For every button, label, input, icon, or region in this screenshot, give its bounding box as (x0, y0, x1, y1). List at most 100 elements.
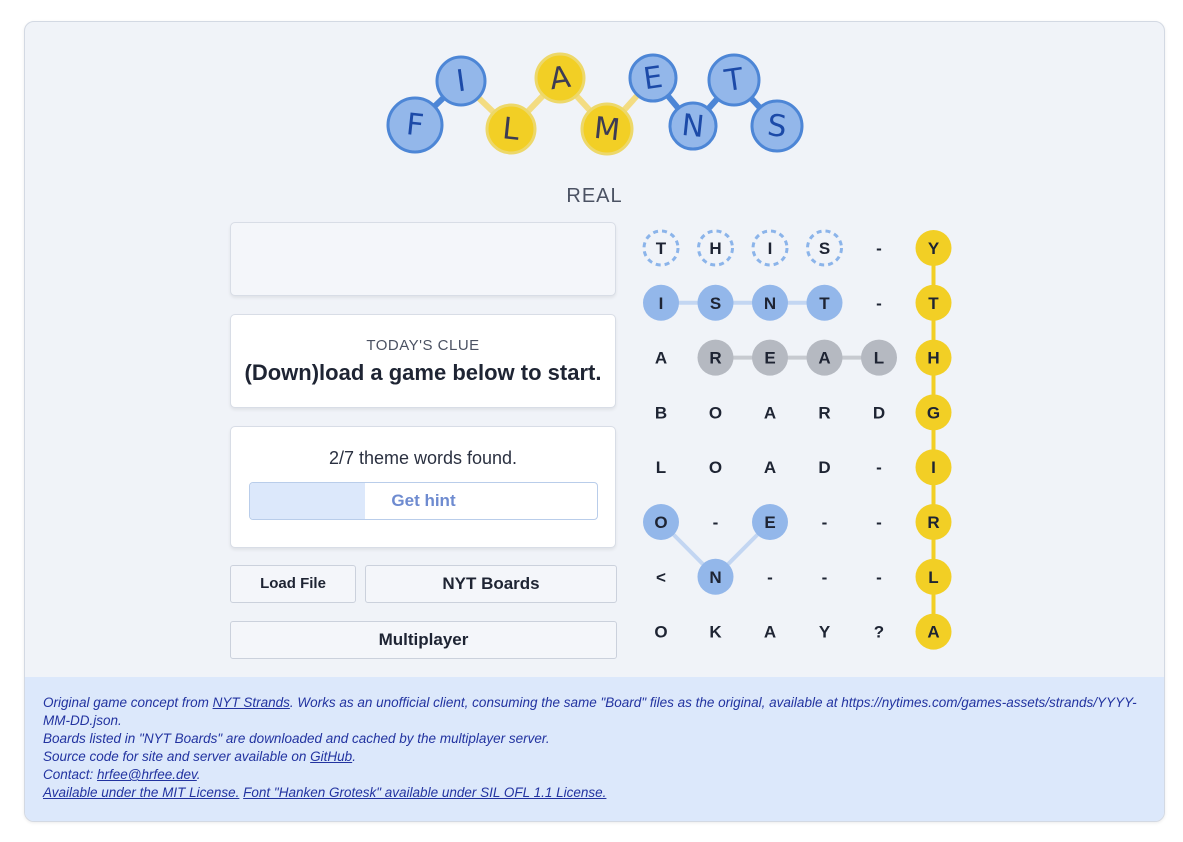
board-cell[interactable]: - (876, 458, 882, 477)
board-letter: G (927, 403, 940, 422)
board-cell[interactable]: - (876, 294, 882, 313)
board-letter: S (710, 294, 721, 313)
board-letter: S (819, 239, 830, 258)
board-letter: A (764, 458, 776, 477)
footer-line-source: Source code for site and server availabl… (43, 749, 356, 764)
board-letter: - (822, 513, 828, 532)
board-letter: K (709, 623, 722, 642)
board-cell[interactable]: K (709, 623, 722, 642)
nyt-strands-link[interactable]: NYT Strands (213, 695, 290, 710)
board-cell[interactable]: I (643, 284, 679, 321)
current-word-display (230, 222, 616, 296)
board-cell[interactable]: I (751, 229, 789, 267)
board-cell[interactable]: Y (915, 230, 952, 266)
board-cell[interactable]: L (656, 458, 666, 477)
logo-letter: F (386, 96, 444, 154)
board-cell[interactable]: - (876, 513, 882, 532)
filaments-logo: FILAMENTS (386, 52, 804, 156)
board-letter: L (928, 568, 938, 587)
board-cell[interactable]: S (806, 229, 843, 267)
board-cell[interactable]: A (764, 458, 776, 477)
board-cell[interactable]: D (818, 458, 830, 477)
board-cell[interactable]: A (806, 339, 843, 376)
board-cell[interactable]: Y (819, 623, 831, 642)
board-letter: H (927, 349, 939, 368)
logo-letter: M (580, 102, 634, 156)
logo-letter: A (534, 52, 586, 104)
board-cell[interactable]: O (654, 623, 667, 642)
github-link[interactable]: GitHub (310, 749, 352, 764)
board-letter: A (818, 349, 830, 368)
board-letter: E (764, 513, 775, 532)
board-letter: < (656, 568, 666, 587)
board-letter: A (764, 623, 776, 642)
logo-letter-text: N (680, 108, 706, 145)
board-cell[interactable]: E (752, 339, 788, 376)
board-cell[interactable]: B (655, 403, 667, 422)
board-letter: - (876, 513, 882, 532)
app-frame: FILAMENTS REAL TODAY'S CLUE (Down)load a… (24, 21, 1165, 822)
board-cell[interactable]: I (915, 449, 952, 486)
board-cell[interactable]: L (861, 339, 897, 376)
board-letter: L (874, 349, 884, 368)
board-letter: O (654, 513, 667, 532)
board-letter: D (818, 458, 830, 477)
progress-card: 2/7 theme words found. Get hint (230, 426, 616, 548)
load-file-button[interactable]: Load File (230, 565, 356, 603)
board-cell[interactable]: < (656, 568, 666, 587)
nyt-boards-button[interactable]: NYT Boards (365, 565, 617, 603)
board-letter: T (819, 294, 830, 313)
board-cell[interactable]: - (822, 513, 828, 532)
hint-progress-fill (250, 483, 365, 519)
board-cell[interactable]: A (764, 403, 776, 422)
font-license-link[interactable]: Font "Hanken Grotesk" available under SI… (243, 785, 606, 800)
board-cell[interactable]: H (915, 339, 952, 376)
mit-license-link[interactable]: Available under the MIT License. (43, 785, 239, 800)
board-letter: R (709, 349, 721, 368)
board-cell[interactable]: - (822, 568, 828, 587)
board-cell[interactable]: - (713, 513, 719, 532)
logo-letter-text: S (766, 108, 789, 145)
board-letter: T (928, 294, 939, 313)
board-cell[interactable]: N (697, 558, 734, 595)
progress-text: 2/7 theme words found. (328, 448, 518, 468)
footer-line-concept: Original game concept from NYT Strands. … (43, 695, 1137, 728)
board-cell[interactable]: S (697, 284, 734, 321)
footer: Original game concept from NYT Strands. … (25, 677, 1164, 821)
multiplayer-button[interactable]: Multiplayer (230, 621, 617, 659)
board-letter: L (656, 458, 666, 477)
get-hint-button[interactable]: Get hint (249, 482, 598, 520)
board-cell[interactable]: O (643, 504, 679, 540)
board-cell[interactable]: O (709, 403, 722, 422)
board-cell[interactable]: A (915, 613, 952, 650)
board-letter: Y (928, 239, 940, 258)
board-cell[interactable]: - (876, 239, 882, 258)
board-cell[interactable]: T (915, 284, 952, 321)
board-cell[interactable]: N (752, 284, 788, 321)
board-cell[interactable]: - (876, 568, 882, 587)
board-cell[interactable]: H (697, 229, 734, 267)
board-letter: - (876, 568, 882, 587)
board-letter: B (655, 403, 667, 422)
board-cell[interactable]: A (764, 623, 776, 642)
board-cell[interactable]: R (915, 504, 952, 540)
board-cell[interactable]: R (818, 403, 830, 422)
letter-board: T H I S - Y I S N T - T A R E A L H B O A R D G L O A D - I O - E - - R < N - -… (642, 229, 952, 650)
board-letter: - (876, 239, 882, 258)
board-cell[interactable]: ? (874, 623, 884, 642)
board-cell[interactable]: E (752, 504, 788, 540)
board-letter: R (927, 513, 939, 532)
board-cell[interactable]: R (697, 339, 734, 376)
board-cell[interactable]: G (915, 394, 952, 431)
board-cell[interactable]: T (806, 284, 843, 321)
board-cell[interactable]: A (655, 349, 667, 368)
board-cell[interactable]: T (642, 229, 680, 267)
board-cell[interactable]: D (873, 403, 885, 422)
board-cell[interactable]: O (709, 458, 722, 477)
board-cell[interactable]: - (767, 568, 773, 587)
contact-email-link[interactable]: hrfee@hrfee.dev (97, 767, 197, 782)
board-letter: N (709, 568, 721, 587)
board-cell[interactable]: L (915, 558, 952, 595)
page-title: REAL (566, 185, 623, 207)
board-letter: I (768, 239, 773, 258)
